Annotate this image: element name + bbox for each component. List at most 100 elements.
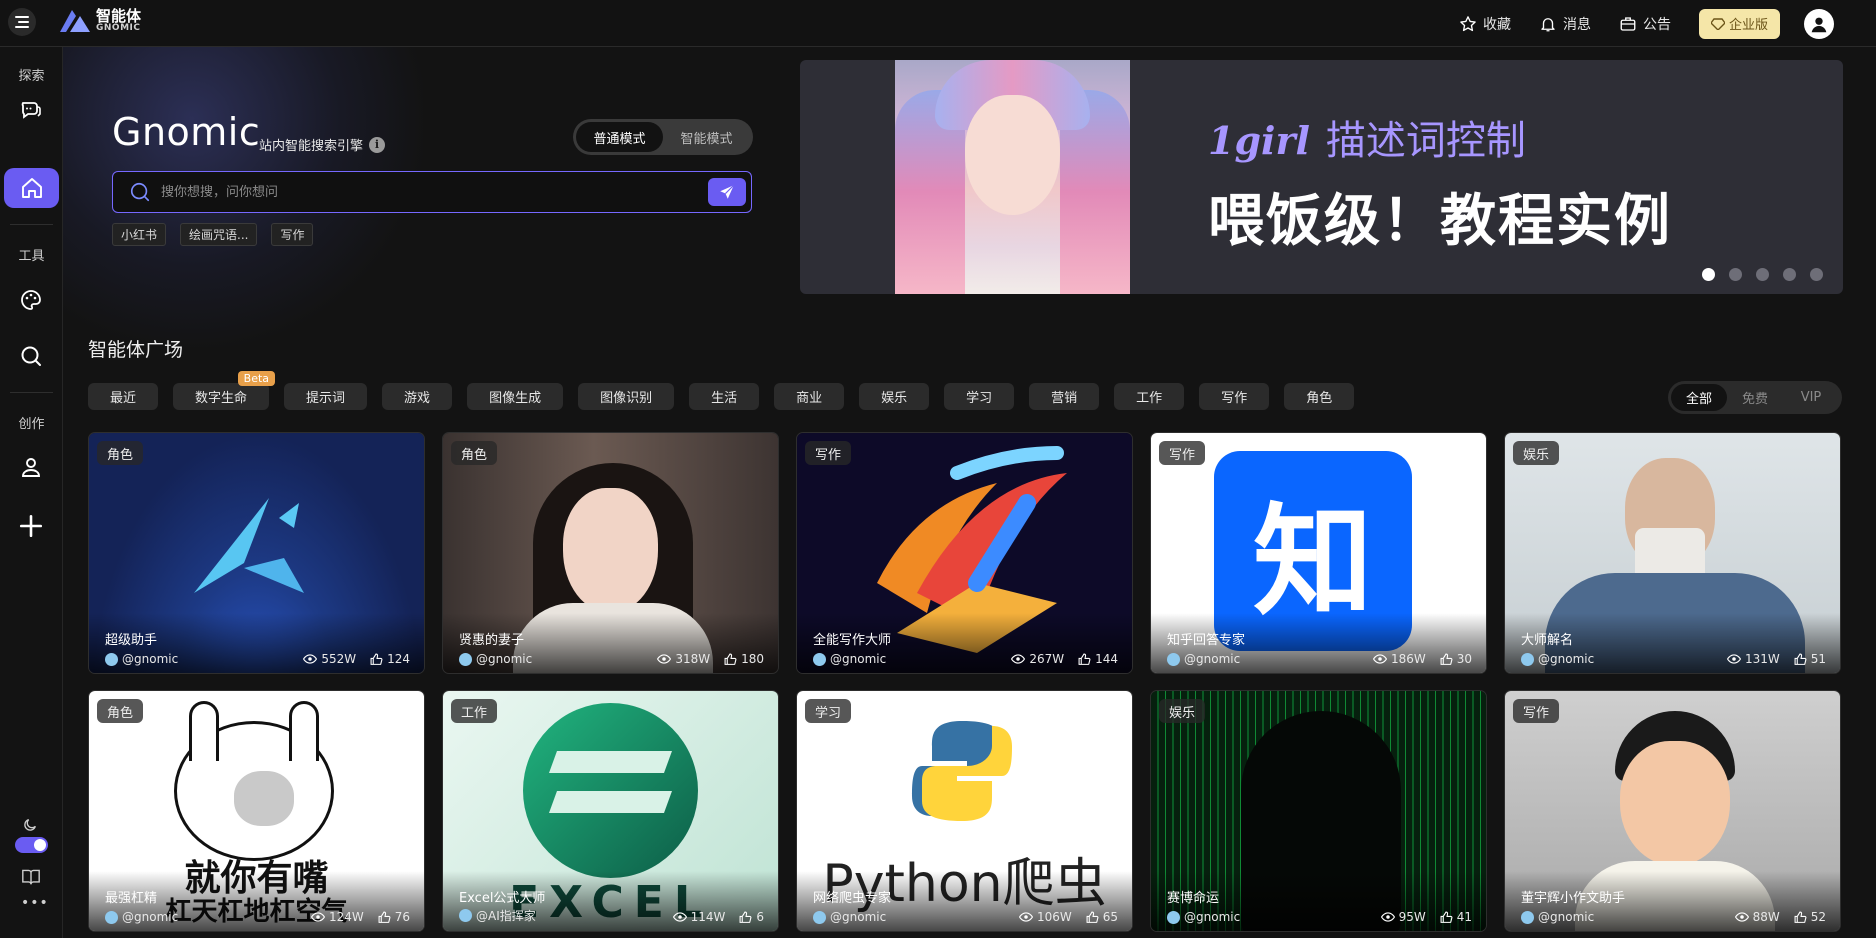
- likes-stat[interactable]: 76: [378, 910, 410, 924]
- category-tab[interactable]: 图像识别: [578, 383, 675, 410]
- agent-card-author[interactable]: @AI指挥家: [459, 907, 536, 924]
- theme-toggle[interactable]: [15, 837, 48, 853]
- category-tab[interactable]: 游戏: [382, 383, 453, 410]
- agent-grid: 角色 超级助手 @gnomic 552W 124 角色 贤惠的妻子 @gnomi…: [88, 432, 1841, 932]
- more-icon[interactable]: •••: [21, 895, 49, 911]
- likes-stat[interactable]: 30: [1440, 652, 1472, 666]
- logo-icon: [60, 10, 90, 32]
- sidebar-item-chat[interactable]: [11, 90, 51, 130]
- agent-card[interactable]: 娱乐 赛博命运 @gnomic 95W 41: [1150, 690, 1487, 932]
- category-tab[interactable]: 商业: [774, 383, 845, 410]
- author-name: @gnomic: [830, 652, 887, 666]
- thumbs-up-icon: [724, 653, 737, 665]
- agent-card[interactable]: 角色 超级助手 @gnomic 552W 124: [88, 432, 425, 674]
- carousel-dot[interactable]: [1729, 268, 1742, 281]
- carousel-dot[interactable]: [1756, 268, 1769, 281]
- enterprise-button[interactable]: 企业版: [1698, 8, 1780, 39]
- filter-vip[interactable]: VIP: [1783, 384, 1839, 411]
- agent-card[interactable]: 写作 全能写作大师 @gnomic 267W 144: [796, 432, 1133, 674]
- subtitle-text: 站内智能搜索引擎: [259, 139, 364, 154]
- agent-card[interactable]: 就你有嘴杠天杠地杠空气 角色 最强杠精 @gnomic 124W 76: [88, 690, 425, 932]
- agent-card[interactable]: Python爬虫 学习 网络爬虫专家 @gnomic 106W 65: [796, 690, 1133, 932]
- likes-stat[interactable]: 180: [724, 652, 764, 666]
- category-tab[interactable]: 提示词: [284, 383, 368, 410]
- menu-icon[interactable]: [8, 8, 36, 36]
- agent-card-author[interactable]: @gnomic: [1521, 910, 1594, 924]
- views-stat: 114W: [672, 910, 726, 924]
- category-tab[interactable]: 营销: [1029, 383, 1100, 410]
- send-icon: [720, 184, 735, 199]
- thumbs-up-icon: [1086, 911, 1099, 923]
- info-icon[interactable]: i: [369, 136, 386, 153]
- agent-card[interactable]: 知 写作 知乎回答专家 @gnomic 186W 30: [1150, 432, 1487, 674]
- category-tab[interactable]: 图像生成: [467, 383, 564, 410]
- views-count: 124W: [328, 910, 364, 924]
- category-tab[interactable]: 数字生命 Beta: [173, 371, 276, 410]
- sidebar-item-profile[interactable]: [11, 447, 51, 487]
- logo[interactable]: 智能体 GNOMIC: [58, 8, 141, 34]
- category-tab[interactable]: 写作: [1199, 383, 1270, 410]
- banner-carousel[interactable]: 1girl 描述词控制 喂饭级！教程实例: [800, 60, 1843, 294]
- carousel-dot[interactable]: [1810, 268, 1823, 281]
- agent-card-stats: 114W 6: [672, 910, 764, 924]
- filter-free[interactable]: 免费: [1727, 384, 1783, 411]
- sidebar-item-home[interactable]: [4, 168, 59, 208]
- agent-card-name: 董宇辉小作文助手: [1521, 891, 1626, 906]
- carousel-dot[interactable]: [1702, 268, 1715, 281]
- likes-stat[interactable]: 6: [739, 910, 764, 924]
- agent-card[interactable]: 娱乐 大师解名 @gnomic 131W 51: [1504, 432, 1841, 674]
- category-tab[interactable]: 工作: [1114, 383, 1185, 410]
- agent-card-stats: 131W 51: [1726, 652, 1826, 666]
- filter-all[interactable]: 全部: [1671, 384, 1727, 411]
- category-tab[interactable]: 学习: [944, 383, 1015, 410]
- agent-card-author[interactable]: @gnomic: [1521, 652, 1594, 666]
- quick-tag[interactable]: 绘画咒语...: [180, 223, 258, 246]
- thumbs-up-icon: [378, 911, 391, 923]
- mode-normal-button[interactable]: 普通模式: [576, 122, 663, 152]
- announce-button[interactable]: 公告: [1619, 14, 1671, 34]
- quick-tag[interactable]: 小红书: [112, 223, 167, 246]
- search-send-button[interactable]: [708, 178, 746, 206]
- carousel-dot[interactable]: [1783, 268, 1796, 281]
- messages-button[interactable]: 消息: [1539, 14, 1591, 34]
- likes-stat[interactable]: 41: [1440, 910, 1472, 924]
- agent-card-author[interactable]: @gnomic: [813, 910, 886, 924]
- agent-card[interactable]: EXCEL 工作 Excel公式大师 @AI指挥家 114W 6: [442, 690, 779, 932]
- sidebar-item-add[interactable]: [11, 506, 51, 546]
- favorites-label: 收藏: [1482, 16, 1511, 33]
- book-icon[interactable]: [21, 868, 41, 890]
- agent-card-author[interactable]: @gnomic: [813, 652, 886, 666]
- views-count: 114W: [690, 910, 726, 924]
- user-avatar[interactable]: [1804, 8, 1834, 39]
- quick-tag[interactable]: 写作: [271, 223, 314, 246]
- agent-card-author[interactable]: @gnomic: [105, 652, 178, 666]
- agent-card[interactable]: 写作 董宇辉小作文助手 @gnomic 88W 52: [1504, 690, 1841, 932]
- views-count: 88W: [1752, 910, 1780, 924]
- agent-card-category: 写作: [1159, 441, 1206, 465]
- agent-card-author[interactable]: @gnomic: [1167, 652, 1240, 666]
- category-tab[interactable]: 娱乐: [859, 383, 930, 410]
- agent-card-name: 赛博命运: [1167, 891, 1220, 906]
- favorites-button[interactable]: 收藏: [1459, 14, 1511, 34]
- sidebar-item-palette[interactable]: [11, 280, 51, 320]
- search-input[interactable]: [151, 172, 708, 212]
- agent-card-author[interactable]: @gnomic: [459, 652, 532, 666]
- likes-count: 51: [1810, 652, 1826, 666]
- category-label: 图像生成: [489, 391, 542, 406]
- category-tab[interactable]: 角色: [1284, 383, 1355, 410]
- likes-stat[interactable]: 51: [1794, 652, 1826, 666]
- agent-card-author[interactable]: @gnomic: [105, 910, 178, 924]
- eye-icon: [310, 912, 325, 922]
- category-tab[interactable]: 最近: [88, 383, 159, 410]
- likes-stat[interactable]: 65: [1086, 910, 1118, 924]
- agent-card-author[interactable]: @gnomic: [1167, 910, 1240, 924]
- likes-stat[interactable]: 144: [1078, 652, 1118, 666]
- agent-card[interactable]: 角色 贤惠的妻子 @gnomic 318W 180: [442, 432, 779, 674]
- banner-subheadline: 喂饭级！教程实例: [1208, 189, 1672, 254]
- likes-stat[interactable]: 52: [1794, 910, 1826, 924]
- likes-stat[interactable]: 124: [370, 652, 410, 666]
- sidebar-item-search[interactable]: [11, 336, 51, 376]
- mode-smart-button[interactable]: 智能模式: [663, 122, 750, 152]
- category-label: 数字生命: [195, 391, 248, 406]
- category-tab[interactable]: 生活: [689, 383, 760, 410]
